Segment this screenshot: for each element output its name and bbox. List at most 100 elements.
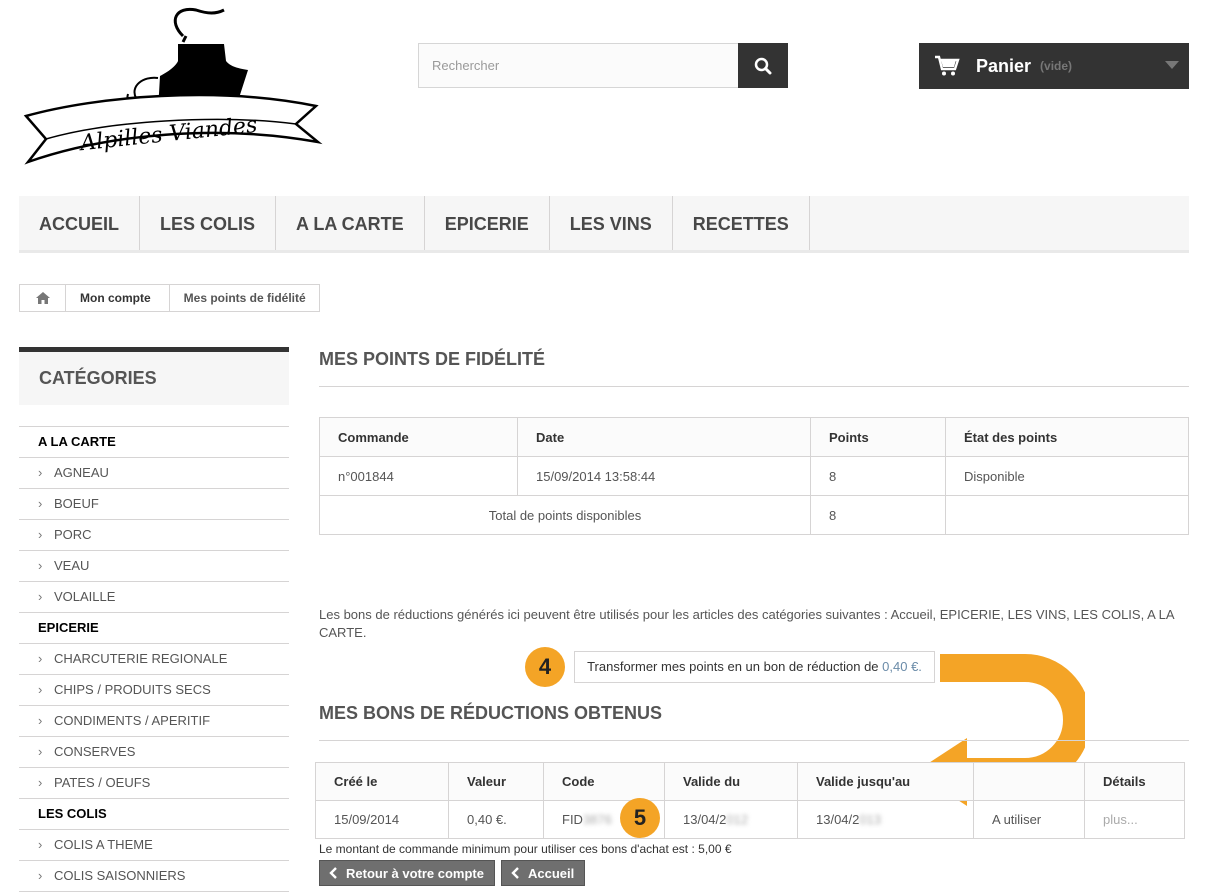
step-badge-4: 4 [525, 647, 565, 687]
voucher-created: 15/09/2014 [315, 800, 449, 839]
voucher-valid-from: 13/04/2012 [664, 800, 798, 839]
col-header-state: État des points [945, 417, 1189, 457]
total-empty-cell [945, 495, 1189, 535]
search-button[interactable] [738, 43, 788, 88]
menu-item-les-colis[interactable]: LES COLIS [140, 196, 277, 250]
step-badge-5: 5 [620, 798, 660, 838]
col-header-status [973, 762, 1085, 801]
sidebar-item-label: COLIS A THEME [54, 837, 153, 852]
order-points: 8 [810, 456, 946, 496]
order-number: n°001844 [319, 456, 518, 496]
chevron-left-icon [329, 867, 337, 879]
sidebar-item-charcuterie-regionale[interactable]: › CHARCUTERIE REGIONALE [19, 644, 289, 675]
search-bar: Rechercher [418, 43, 788, 88]
home-button[interactable]: Accueil [501, 860, 586, 886]
voucher-details-link[interactable]: plus... [1084, 800, 1185, 839]
voucher-value: 0,40 €. [448, 800, 544, 839]
transform-points-button[interactable]: Transformer mes points en un bon de rédu… [574, 651, 935, 683]
menu-item-recettes[interactable]: RECETTES [673, 196, 810, 250]
sidebar-item-label: AGNEAU [54, 465, 109, 480]
sidebar-item-boeuf[interactable]: › BOEUF [19, 489, 289, 520]
sidebar-item-label: A LA CARTE [38, 434, 116, 449]
page-title: MES POINTS DE FIDÉLITÉ [319, 349, 546, 369]
sidebar-item-porc[interactable]: › PORC [19, 520, 289, 551]
col-header-date: Date [517, 417, 811, 457]
chevron-right-icon: › [38, 713, 43, 728]
voucher-valid-to-hidden: 013 [859, 812, 882, 827]
voucher-valid-from-visible: 13/04/2 [683, 812, 727, 827]
cart-icon [935, 55, 960, 76]
search-icon [754, 57, 772, 74]
points-state: Disponible [945, 456, 1189, 496]
sidebar-item-agneau[interactable]: › AGNEAU [19, 458, 289, 489]
menu-item-accueil[interactable]: ACCUEIL [19, 196, 140, 250]
chevron-right-icon: › [38, 465, 43, 480]
sidebar-item-condiments-aperitif[interactable]: › CONDIMENTS / APERITIF [19, 706, 289, 737]
voucher-valid-from-hidden: 012 [726, 812, 749, 827]
menu-item-epicerie[interactable]: EPICERIE [425, 196, 550, 250]
table-row: 15/09/2014 0,40 €. FID3876 13/04/2012 13… [315, 800, 1185, 839]
sidebar-item-colis-saisonniers[interactable]: › COLIS SAISONNIERS [19, 861, 289, 892]
points-table: Commande Date Points État des points n°0… [319, 417, 1189, 535]
sidebar-item-epicerie[interactable]: EPICERIE [19, 613, 289, 644]
menu-item-les-vins[interactable]: LES VINS [550, 196, 673, 250]
sidebar-item-veau[interactable]: › VEAU [19, 551, 289, 582]
table-row: n°001844 15/09/2014 13:58:44 8 Disponibl… [319, 456, 1189, 496]
back-to-account-button[interactable]: Retour à votre compte [319, 860, 495, 886]
col-header-code: Code [543, 762, 665, 801]
col-header-value: Valeur [448, 762, 544, 801]
chevron-right-icon: › [38, 527, 43, 542]
home-button-label: Accueil [528, 865, 575, 881]
caret-down-icon [1165, 61, 1179, 69]
breadcrumb-home[interactable] [20, 285, 66, 311]
transform-label: Transformer mes points en un bon de rédu… [587, 659, 883, 674]
col-header-details: Détails [1084, 762, 1185, 801]
divider [319, 386, 1189, 387]
categories-title: CATÉGORIES [19, 347, 289, 405]
chevron-right-icon: › [38, 558, 43, 573]
sidebar-item-pates-oeufs[interactable]: › PATES / OEUFS [19, 768, 289, 799]
sidebar-item-label: EPICERIE [38, 620, 99, 635]
chevron-right-icon: › [38, 496, 43, 511]
sidebar-item-les-colis[interactable]: LES COLIS [19, 799, 289, 830]
voucher-status: A utiliser [973, 800, 1085, 839]
sidebar-item-label: LES COLIS [38, 806, 107, 821]
sidebar-item-volaille[interactable]: › VOLAILLE [19, 582, 289, 613]
vouchers-table: Créé le Valeur Code Valide du Valide jus… [315, 762, 1185, 839]
total-row: Total de points disponibles 8 [319, 495, 1189, 535]
total-value: 8 [810, 495, 946, 535]
breadcrumb: Mon compte Mes points de fidélité [19, 284, 320, 312]
breadcrumb-current: Mes points de fidélité [183, 291, 306, 305]
vouchers-title: MES BONS DE RÉDUCTIONS OBTENUS [319, 703, 663, 723]
site-logo[interactable]: Alpilles Viandes [18, 6, 323, 171]
chevron-right-icon: › [38, 744, 43, 759]
order-date: 15/09/2014 13:58:44 [517, 456, 811, 496]
sidebar-item-label: CONDIMENTS / APERITIF [54, 713, 211, 728]
sidebar-item-a-la-carte[interactable]: A LA CARTE [19, 427, 289, 458]
cart-status: (vide) [1040, 59, 1073, 73]
sidebar-item-chips-produits-secs[interactable]: › CHIPS / PRODUITS SECS [19, 675, 289, 706]
table-header-row: Commande Date Points État des points [319, 417, 1189, 457]
sidebar-item-label: CHARCUTERIE REGIONALE [54, 651, 228, 666]
breadcrumb-account[interactable]: Mon compte [66, 291, 169, 305]
chevron-right-icon: › [38, 868, 43, 883]
voucher-code-prefix: FID [562, 812, 583, 827]
category-list: A LA CARTE › AGNEAU › BOEUF › PORC › VEAU › VOLAIL… [19, 426, 289, 892]
col-header-valid-from: Valide du [664, 762, 798, 801]
back-button-label: Retour à votre compte [346, 865, 484, 881]
sidebar-item-label: COLIS SAISONNIERS [54, 868, 186, 883]
home-icon [35, 292, 50, 304]
chevron-left-icon [511, 867, 519, 879]
sidebar-item-label: BOEUF [54, 496, 99, 511]
col-header-points: Points [810, 417, 946, 457]
cart-button[interactable]: Panier (vide) [919, 43, 1189, 89]
total-label: Total de points disponibles [319, 495, 811, 535]
sidebar-item-conserves[interactable]: › CONSERVES [19, 737, 289, 768]
sidebar-item-label: CHIPS / PRODUITS SECS [54, 682, 211, 697]
sidebar-item-label: VOLAILLE [54, 589, 116, 604]
menu-item-a-la-carte[interactable]: A LA CARTE [276, 196, 425, 250]
chevron-right-icon: › [38, 589, 43, 604]
chevron-right-icon: › [38, 775, 43, 790]
search-input[interactable]: Rechercher [419, 44, 738, 87]
sidebar-item-colis-a-theme[interactable]: › COLIS A THEME [19, 830, 289, 861]
